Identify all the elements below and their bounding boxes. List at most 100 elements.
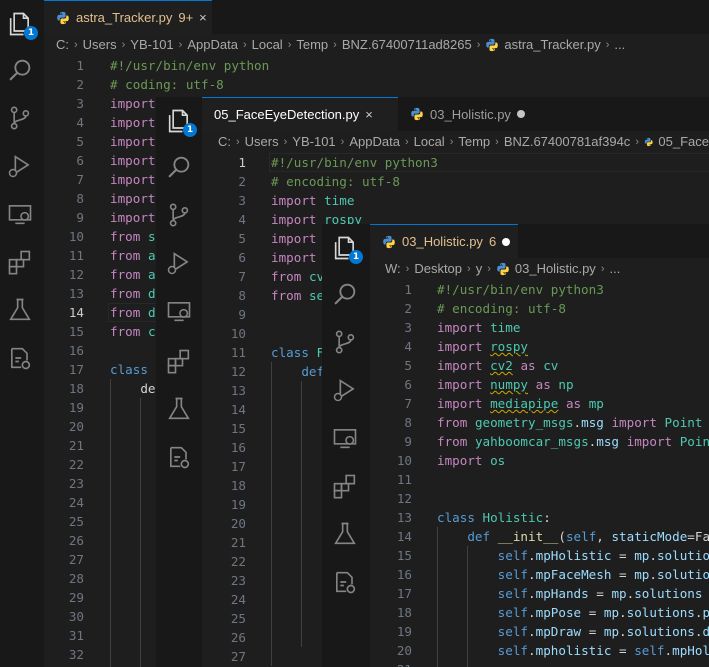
files-icon[interactable]: 1	[165, 107, 197, 137]
code-line[interactable]: self.mpHands = mp.solutions	[437, 584, 703, 603]
breadcrumb-item[interactable]: AppData	[349, 131, 400, 153]
code-line[interactable]: import	[271, 248, 317, 267]
code-line[interactable]: import time	[437, 318, 520, 337]
ros-icon[interactable]	[165, 443, 193, 471]
code-line[interactable]: class Holistic:	[437, 508, 551, 527]
source-control-icon[interactable]	[165, 201, 193, 229]
code-editor[interactable]: 123456789101112131415161718192021#!/usr/…	[370, 280, 709, 667]
code-line[interactable]: #!/usr/bin/env python3	[271, 153, 438, 172]
tab-holistic[interactable]: 03_Holistic.py	[398, 97, 548, 131]
extensions-icon[interactable]	[331, 472, 359, 500]
run-debug-icon[interactable]	[6, 152, 34, 180]
tab-astra-tracker[interactable]: astra_Tracker.py 9+ ×	[44, 0, 212, 34]
tab-holistic[interactable]: 03_Holistic.py 6	[370, 224, 518, 258]
testing-icon[interactable]	[165, 395, 193, 423]
code-line[interactable]: from d	[110, 284, 156, 303]
breadcrumb-item[interactable]: Local	[252, 34, 283, 56]
unsaved-dot-icon[interactable]	[502, 237, 511, 246]
code-line[interactable]: import rospy	[437, 337, 528, 356]
code-line[interactable]: import	[110, 151, 156, 170]
remote-explorer-icon[interactable]	[6, 200, 34, 228]
code-line[interactable]: class F	[271, 343, 324, 362]
ros-icon[interactable]	[331, 568, 359, 596]
code-line[interactable]: self.mpholistic = self.mpHol	[437, 641, 709, 660]
ros-icon[interactable]	[6, 344, 34, 372]
unsaved-dot-icon[interactable]	[516, 110, 525, 118]
code-line[interactable]: self.mpFaceMesh = mp.solutio	[437, 565, 709, 584]
code-line[interactable]: from a	[110, 265, 156, 284]
files-icon[interactable]: 1	[331, 234, 363, 264]
search-icon[interactable]	[331, 280, 359, 308]
code-line[interactable]: # encoding: utf-8	[271, 172, 400, 191]
code-line[interactable]: from a	[110, 246, 156, 265]
testing-icon[interactable]	[331, 520, 359, 548]
breadcrumb-item[interactable]: YB-101	[130, 34, 173, 56]
code-line[interactable]: ...	[437, 660, 521, 667]
breadcrumb-item[interactable]: Temp	[458, 131, 490, 153]
code-line[interactable]: import	[110, 94, 156, 113]
extensions-icon[interactable]	[6, 248, 34, 276]
close-icon[interactable]: ×	[365, 107, 373, 122]
remote-explorer-icon[interactable]	[331, 424, 359, 452]
code-line[interactable]: import cv2 as cv	[437, 356, 558, 375]
code-line[interactable]: def __init__(self, staticMode=Fa	[437, 527, 709, 546]
code-line[interactable]: from geometry_msgs.msg import Point	[437, 413, 702, 432]
breadcrumb-item[interactable]: Users	[83, 34, 117, 56]
tab-face-eye-detection[interactable]: 05_FaceEyeDetection.py ×	[202, 97, 398, 131]
code-line[interactable]: import time	[271, 191, 354, 210]
code-line[interactable]: import numpy as np	[437, 375, 574, 394]
breadcrumb-item[interactable]: Temp	[296, 34, 328, 56]
code-line[interactable]: from d	[110, 303, 156, 322]
breadcrumb-item[interactable]: y	[476, 258, 483, 280]
source-control-icon[interactable]	[331, 328, 359, 356]
run-debug-icon[interactable]	[331, 376, 359, 404]
code-line[interactable]: #!/usr/bin/env python	[110, 56, 269, 75]
code-line[interactable]: from s	[110, 227, 156, 246]
breadcrumb-item[interactable]: YB-101	[292, 131, 335, 153]
breadcrumb-item[interactable]: C:	[56, 34, 69, 56]
testing-icon[interactable]	[6, 296, 34, 324]
code-line[interactable]: class	[110, 360, 148, 379]
search-icon[interactable]	[6, 56, 34, 84]
remote-explorer-icon[interactable]	[165, 297, 193, 325]
breadcrumb-item[interactable]: Local	[414, 131, 445, 153]
breadcrumb-item[interactable]: astra_Tracker.py	[504, 34, 600, 56]
close-icon[interactable]: ×	[199, 10, 207, 25]
files-icon[interactable]: 1	[6, 10, 38, 40]
code-line[interactable]: de	[110, 379, 155, 398]
breadcrumb-item[interactable]: Users	[245, 131, 279, 153]
breadcrumb-item[interactable]: C:	[218, 131, 231, 153]
code-line[interactable]: import os	[437, 451, 505, 470]
code-line[interactable]: import	[110, 170, 156, 189]
code-line[interactable]: # coding: utf-8	[110, 75, 224, 94]
code-line[interactable]: import mediapipe as mp	[437, 394, 604, 413]
code-line[interactable]: self.mpDraw = mp.solutions.d	[437, 622, 709, 641]
breadcrumb-item[interactable]: W:	[385, 258, 401, 280]
code-line[interactable]: import	[110, 132, 156, 151]
breadcrumb-item[interactable]: ...	[609, 258, 620, 280]
code-line[interactable]: import	[110, 113, 156, 132]
breadcrumb-item[interactable]: ...	[614, 34, 625, 56]
breadcrumb-item[interactable]: 05_Face	[658, 131, 709, 153]
code-line[interactable]: from c	[110, 322, 156, 341]
search-icon[interactable]	[165, 153, 193, 181]
code-line[interactable]: import	[110, 208, 156, 227]
source-control-icon[interactable]	[6, 104, 34, 132]
run-debug-icon[interactable]	[165, 249, 193, 277]
code-line[interactable]: self.mpPose = mp.solutions.p	[437, 603, 709, 622]
code-line[interactable]: #!/usr/bin/env python3	[437, 280, 604, 299]
breadcrumb-item[interactable]: BNZ.67400711ad8265	[342, 34, 472, 56]
code-line[interactable]: def	[271, 362, 324, 381]
breadcrumb-item[interactable]: Desktop	[414, 258, 462, 280]
code-line[interactable]: import	[110, 189, 156, 208]
code-line[interactable]: import	[271, 229, 317, 248]
code-line[interactable]: from cv	[271, 267, 324, 286]
code-line[interactable]: self.mpHolistic = mp.solutio	[437, 546, 709, 565]
extensions-icon[interactable]	[165, 347, 193, 375]
breadcrumb-item[interactable]: BNZ.67400781af394c	[504, 131, 630, 153]
code-line[interactable]: from se	[271, 286, 324, 305]
breadcrumb-item[interactable]: AppData	[187, 34, 238, 56]
code-line[interactable]: from yahboomcar_msgs.msg import Point	[437, 432, 709, 451]
breadcrumb-item[interactable]: 03_Holistic.py	[515, 258, 596, 280]
code-line[interactable]: # encoding: utf-8	[437, 299, 566, 318]
